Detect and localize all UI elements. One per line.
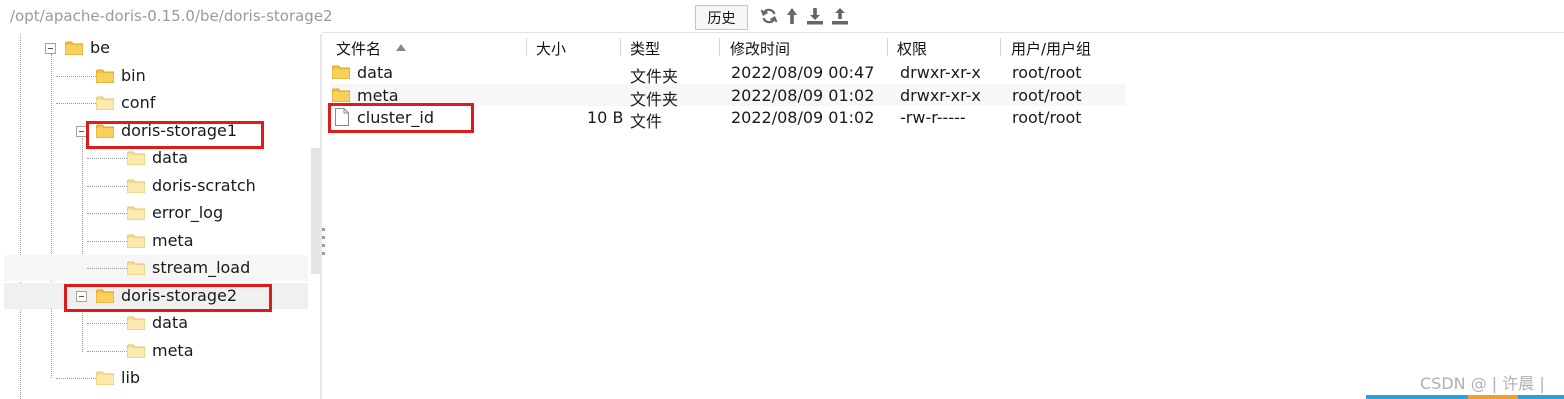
pane-splitter[interactable] xyxy=(320,34,322,399)
annotation-box xyxy=(328,103,474,133)
splitter-grip xyxy=(322,244,325,247)
folder-icon xyxy=(332,88,350,102)
tree-guide-line xyxy=(87,268,127,269)
column-divider[interactable] xyxy=(1000,38,1001,56)
column-divider[interactable] xyxy=(620,38,621,56)
file-permissions: drwxr-xr-x xyxy=(900,86,981,105)
column-divider[interactable] xyxy=(719,38,720,56)
splitter-grip xyxy=(322,228,325,231)
file-row[interactable]: data 文件夹 2022/08/09 00:47 drwxr-xr-x roo… xyxy=(330,61,1126,86)
bottom-strip xyxy=(1366,395,1468,399)
tree-guide-line xyxy=(87,213,127,214)
tree-item-error-log[interactable]: error_log xyxy=(4,200,308,226)
tree-guide-line xyxy=(87,323,127,324)
folder-icon xyxy=(127,206,145,220)
tree-item-label: error_log xyxy=(152,203,224,222)
tree-guide-line xyxy=(56,103,96,104)
file-owner: root/root xyxy=(1012,63,1082,82)
tree-guide-line xyxy=(56,76,96,77)
tree-item-be[interactable]: be xyxy=(4,35,308,61)
tree-item-label: conf xyxy=(121,93,156,112)
tree-item-label: bin xyxy=(121,66,146,85)
folder-icon xyxy=(127,179,145,193)
tree-guide-line xyxy=(87,241,127,242)
annotation-box xyxy=(64,284,272,312)
column-header-owner[interactable]: 用户/用户组 xyxy=(1011,38,1091,59)
tree-item-meta[interactable]: meta xyxy=(4,338,308,364)
file-modified: 2022/08/09 01:02 xyxy=(731,108,875,127)
up-icon[interactable] xyxy=(782,6,802,26)
file-permissions: -rw-r----- xyxy=(900,108,966,127)
splitter-grip xyxy=(322,252,325,255)
tree-item-label: data xyxy=(152,148,189,167)
folder-icon xyxy=(127,316,145,330)
file-size: 10 B xyxy=(587,108,624,127)
toolbar: 历史 xyxy=(0,0,1564,34)
column-header-name[interactable]: 文件名 xyxy=(336,38,381,59)
tree-item-stream-load[interactable]: stream_load xyxy=(4,255,308,281)
tree-guide-line xyxy=(56,378,96,379)
tree-guide-line xyxy=(87,351,127,352)
watermark: CSDN @ | 许晨 | xyxy=(1420,374,1545,393)
tree-guide-line xyxy=(87,158,127,159)
tree-item-label: be xyxy=(90,38,110,57)
file-type: 文件 xyxy=(630,112,663,131)
file-owner: root/root xyxy=(1012,108,1082,127)
tree-item-conf[interactable]: conf xyxy=(4,90,308,116)
column-divider[interactable] xyxy=(887,38,888,56)
history-button[interactable]: 历史 xyxy=(695,5,748,30)
column-header-modified[interactable]: 修改时间 xyxy=(730,38,790,59)
splitter-grip xyxy=(322,236,325,239)
bottom-strip xyxy=(1518,395,1564,399)
folder-icon xyxy=(65,41,83,55)
folder-icon xyxy=(127,151,145,165)
column-divider[interactable] xyxy=(526,38,527,56)
tree-item-lib[interactable]: lib xyxy=(4,365,308,391)
refresh-icon[interactable] xyxy=(759,6,779,26)
file-modified: 2022/08/09 00:47 xyxy=(731,63,875,82)
column-header-permissions[interactable]: 权限 xyxy=(897,38,927,59)
tree-item-label: stream_load xyxy=(152,258,251,277)
tree-guide-line xyxy=(87,186,127,187)
tree-item-label: data xyxy=(152,313,189,332)
bottom-strip xyxy=(1468,395,1518,399)
collapse-icon[interactable] xyxy=(45,43,56,54)
tree-item-bin[interactable]: bin xyxy=(4,63,308,89)
tree-item-label: doris-scratch xyxy=(152,176,256,195)
folder-icon xyxy=(127,344,145,358)
folder-icon xyxy=(127,234,145,248)
folder-icon xyxy=(127,261,145,275)
annotation-box xyxy=(86,121,264,149)
tree-item-data[interactable]: data xyxy=(4,310,308,336)
tree-item-label: lib xyxy=(121,368,141,387)
folder-icon xyxy=(332,65,350,79)
column-header-type[interactable]: 类型 xyxy=(630,38,660,59)
file-permissions: drwxr-xr-x xyxy=(900,63,981,82)
file-list: 文件名 大小 类型 修改时间 权限 用户/用户组 data 文件夹 2022/0… xyxy=(326,34,1564,399)
folder-icon xyxy=(96,69,114,83)
sort-ascending-icon xyxy=(396,44,406,51)
tree-scrollbar[interactable] xyxy=(311,148,320,274)
folder-icon xyxy=(96,96,114,110)
path-input[interactable] xyxy=(4,4,688,28)
tree-item-label: meta xyxy=(152,231,194,250)
upload-icon[interactable] xyxy=(830,6,850,26)
file-name: data xyxy=(357,63,394,82)
tree-item-label: meta xyxy=(152,341,194,360)
directory-tree[interactable]: be bin conf doris-storage1 data doris-sc… xyxy=(0,34,320,399)
tree-item-meta[interactable]: meta xyxy=(4,228,308,254)
download-icon[interactable] xyxy=(805,6,825,26)
file-owner: root/root xyxy=(1012,86,1082,105)
file-modified: 2022/08/09 01:02 xyxy=(731,86,875,105)
folder-icon xyxy=(96,371,114,385)
column-header-size[interactable]: 大小 xyxy=(536,38,566,59)
toolbar-divider xyxy=(322,32,1564,33)
tree-item-doris-scratch[interactable]: doris-scratch xyxy=(4,173,308,199)
